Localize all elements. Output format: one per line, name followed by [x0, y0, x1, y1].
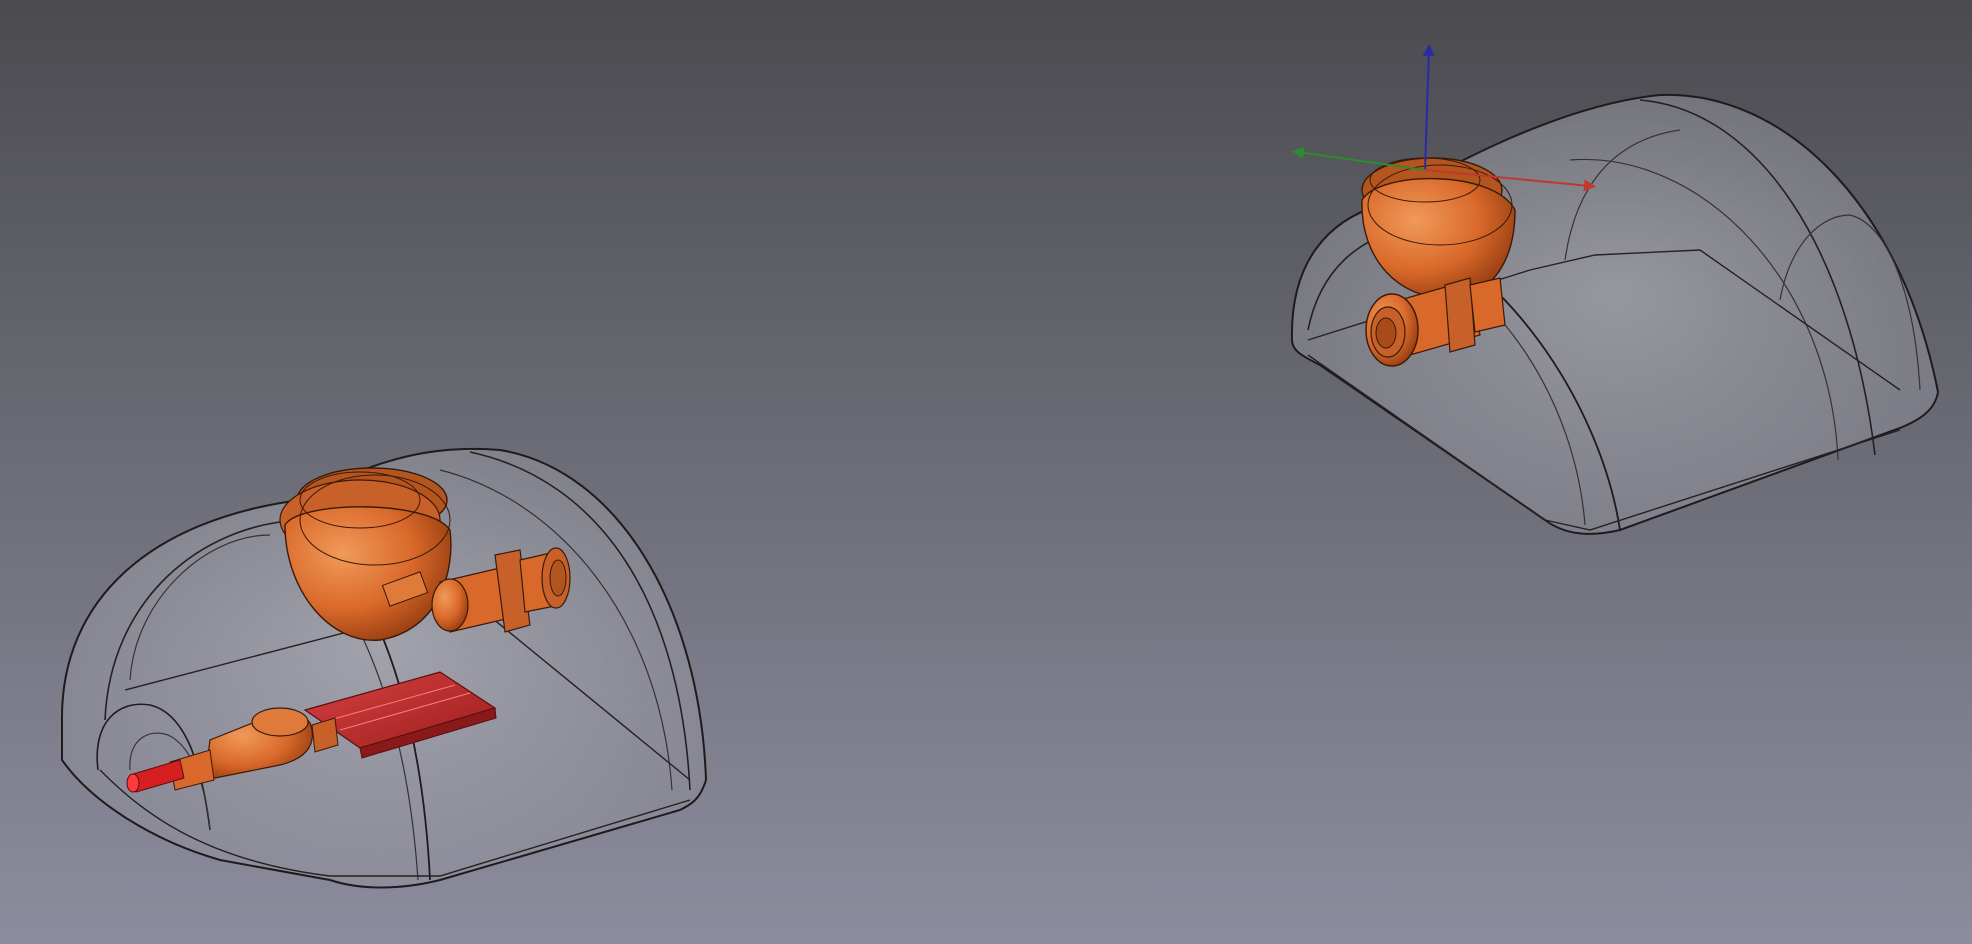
z-axis-arrow	[1422, 44, 1435, 171]
enclosure-assembly-right[interactable]	[1290, 44, 1940, 535]
3d-viewport[interactable]	[0, 0, 1972, 944]
enclosure-assembly-left[interactable]	[60, 447, 708, 889]
scene-canvas[interactable]	[0, 0, 1972, 944]
